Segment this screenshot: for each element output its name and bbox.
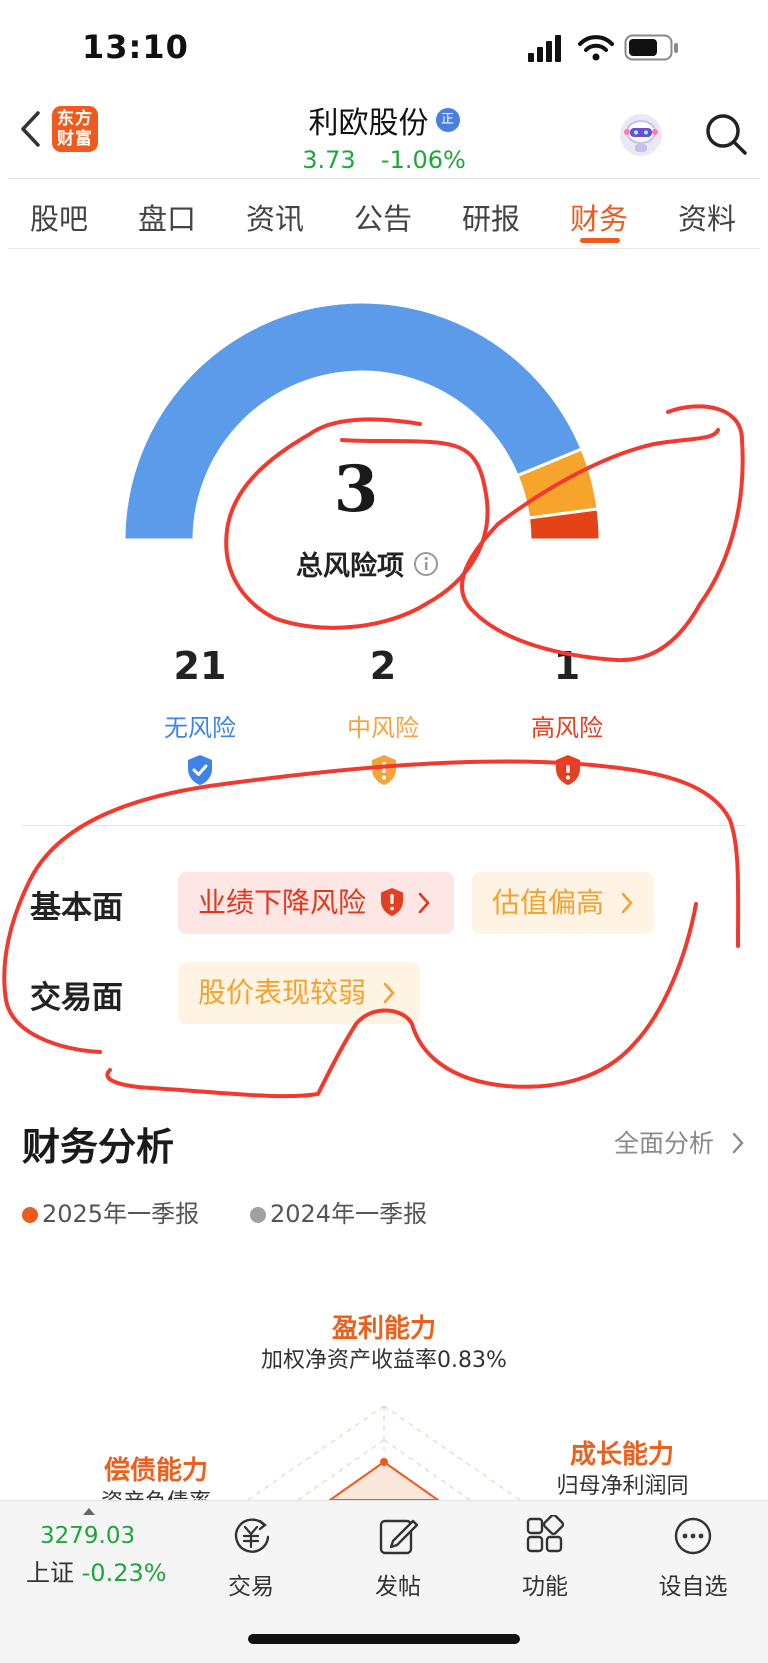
battery-icon: [624, 34, 678, 61]
nav-post-label: 发帖: [375, 1574, 421, 1600]
full-analysis-label: 全面分析: [614, 1129, 715, 1158]
chip-overvalued[interactable]: 估值偏高: [472, 872, 654, 934]
stock-change: -1.06%: [380, 146, 466, 174]
status-time: 13:10: [82, 28, 189, 66]
index-ticker[interactable]: 3279.03 上证 -0.23%: [0, 1523, 180, 1588]
tab-finance[interactable]: 财务: [570, 196, 628, 238]
stock-price: 3.73: [302, 146, 356, 174]
robot-assistant-icon[interactable]: [618, 112, 664, 158]
legend-2024q1-label: 2024年一季报: [270, 1200, 428, 1228]
chip-earnings-decline-risk[interactable]: 业绩下降风险: [178, 872, 454, 934]
index-value: 3279.03: [40, 1523, 136, 1549]
legend-2024q1[interactable]: 2024年一季报: [250, 1194, 427, 1229]
nav-functions[interactable]: 功能: [490, 1513, 600, 1601]
yuan-exchange-icon: [234, 1518, 270, 1553]
wifi-icon: [578, 35, 614, 61]
tab-research[interactable]: 研报: [462, 196, 520, 238]
home-indicator: [248, 1634, 520, 1644]
trading-label: 交易面: [30, 980, 123, 1016]
medium-risk-label: 中风险: [347, 714, 419, 742]
stock-name: 利欧股份: [308, 106, 429, 141]
radar-growth-title: 成长能力: [569, 1440, 674, 1470]
signal-icon: [528, 35, 561, 62]
radar-growth-sub: 归母净利润同: [556, 1474, 689, 1499]
info-icon[interactable]: [413, 551, 439, 577]
radar-profitability-sub: 加权净资产收益率0.83%: [261, 1348, 507, 1373]
chip-weak-price-label: 股价表现较弱: [198, 976, 367, 1009]
shield-alert-icon: [556, 755, 580, 785]
chip-weak-price[interactable]: 股价表现较弱: [178, 962, 420, 1024]
total-risk-label-row: 总风险项: [296, 544, 439, 583]
chip-earnings-decline-label: 业绩下降风险: [198, 886, 367, 919]
chevron-right-icon: [732, 1132, 744, 1154]
full-analysis-link[interactable]: 全面分析: [614, 1124, 746, 1160]
nav-trade[interactable]: 交易: [196, 1515, 306, 1601]
tab-announcements[interactable]: 公告: [354, 196, 412, 238]
medium-risk-count: 2: [369, 644, 397, 688]
chevron-right-icon: [621, 892, 633, 914]
search-icon[interactable]: [704, 112, 748, 156]
index-change: -0.23%: [81, 1559, 167, 1587]
no-risk-count: 21: [173, 644, 227, 688]
tab-pankou[interactable]: 盘口: [138, 196, 196, 238]
stock-badge: 正: [435, 108, 460, 132]
legend-2025q1[interactable]: 2025年一季报: [22, 1194, 199, 1229]
finance-section-title: 财务分析: [22, 1125, 175, 1169]
nav-trade-label: 交易: [228, 1574, 274, 1600]
shield-warning-icon: [372, 755, 396, 785]
index-name: 上证: [26, 1559, 74, 1587]
no-risk-label: 无风险: [164, 714, 236, 742]
grid-icon: [526, 1513, 565, 1553]
nav-post[interactable]: 发帖: [343, 1515, 453, 1601]
radar-solvency-title: 偿债能力: [103, 1456, 208, 1486]
nav-functions-label: 功能: [522, 1574, 568, 1600]
shield-check-icon: [188, 755, 212, 785]
legend-dot-icon: [250, 1207, 266, 1223]
nav-add-watchlist[interactable]: 设自选: [638, 1515, 748, 1601]
total-risk-count: 3: [333, 452, 379, 527]
tab-news[interactable]: 资讯: [246, 196, 304, 238]
fundamental-label: 基本面: [30, 890, 123, 926]
tab-profile[interactable]: 资料: [678, 196, 736, 238]
chevron-right-icon: [383, 982, 395, 1004]
active-tab-indicator: [580, 238, 620, 243]
legend-2025q1-label: 2025年一季报: [42, 1200, 200, 1228]
legend-dot-icon: [22, 1207, 38, 1223]
risk-gauge: [122, 300, 602, 542]
high-risk-count: 1: [553, 644, 581, 688]
high-risk-label: 高风险: [531, 714, 603, 742]
chip-overvalued-label: 估值偏高: [492, 886, 605, 919]
total-risk-label: 总风险项: [296, 551, 404, 582]
chevron-right-icon: [418, 892, 430, 914]
more-icon: [674, 1517, 712, 1555]
caret-up-icon: [83, 1508, 95, 1515]
edit-icon: [379, 1519, 419, 1555]
nav-add-watchlist-label: 设自选: [658, 1574, 728, 1600]
tab-guba[interactable]: 股吧: [30, 196, 88, 238]
radar-profitability-title: 盈利能力: [331, 1314, 436, 1344]
shield-alert-icon: [380, 888, 403, 916]
tab-bar: 股吧 盘口 资讯 公告 研报 财务 资料: [0, 178, 768, 248]
